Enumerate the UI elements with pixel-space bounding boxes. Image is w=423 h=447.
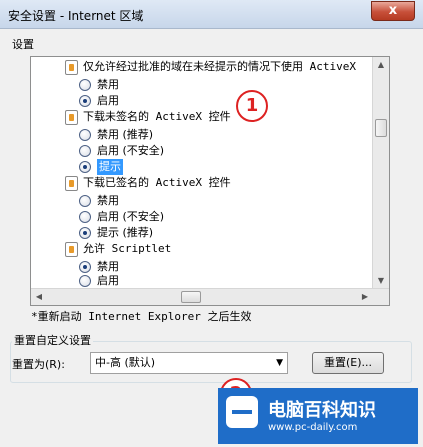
option-label: 提示 (推荐) — [97, 226, 154, 239]
reset-to-label: 重置为(R): — [12, 358, 65, 371]
monitor-icon — [226, 396, 258, 428]
scroll-right-icon[interactable]: ▶ — [357, 289, 373, 305]
security-level-value: 中-高 (默认) — [95, 356, 156, 369]
settings-list[interactable]: 仅允许经过批准的域在未经提示的情况下使用 ActiveX 禁用 启用 下载未签名… — [30, 56, 390, 306]
restart-note: *重新启动 Internet Explorer 之后生效 — [31, 310, 252, 323]
reset-button[interactable]: 重置(E)... — [312, 352, 384, 374]
option-label-selected: 提示 — [97, 159, 123, 175]
option-label: 禁用 — [97, 194, 119, 207]
settings-category-icon — [65, 176, 78, 191]
settings-category-icon — [65, 60, 78, 75]
reset-group-label: 重置自定义设置 — [12, 332, 93, 348]
option-label: 禁用 (推荐) — [97, 128, 154, 141]
radio-button[interactable] — [79, 275, 91, 287]
category-label: 下载未签名的 ActiveX 控件 — [83, 110, 231, 123]
option-label: 启用 — [97, 94, 119, 107]
close-button[interactable]: x — [371, 1, 415, 21]
settings-category-icon — [65, 110, 78, 125]
watermark-title: 电脑百科知识 — [268, 400, 376, 421]
settings-group-label: 设置 — [12, 38, 34, 51]
horizontal-scrollbar[interactable]: ◀ ▶ — [31, 288, 389, 305]
scroll-up-icon[interactable]: ▲ — [373, 57, 389, 73]
radio-button[interactable] — [79, 145, 91, 157]
radio-button[interactable] — [79, 227, 91, 239]
category-label: 仅允许经过批准的域在未经提示的情况下使用 ActiveX — [83, 60, 356, 73]
watermark-url: www.pc-daily.com — [268, 422, 358, 433]
window-title: 安全设置 - Internet 区域 — [8, 9, 144, 23]
radio-button[interactable] — [79, 95, 91, 107]
settings-category-icon — [65, 242, 78, 257]
security-level-dropdown[interactable]: 中-高 (默认) ▼ — [90, 352, 288, 374]
radio-button[interactable] — [79, 129, 91, 141]
radio-button[interactable] — [79, 161, 91, 173]
watermark-logo: 电脑百科知识 www.pc-daily.com — [218, 388, 418, 444]
radio-button[interactable] — [79, 261, 91, 273]
scroll-left-icon[interactable]: ◀ — [31, 289, 47, 305]
option-label: 启用 (不安全) — [97, 144, 165, 157]
step-1-badge: 1 — [236, 90, 268, 122]
title-bar: 安全设置 - Internet 区域 x — [0, 0, 423, 29]
option-label: 禁用 — [97, 78, 119, 91]
vertical-scrollbar[interactable]: ▲ ▼ — [372, 57, 389, 289]
vertical-scroll-thumb[interactable] — [375, 119, 387, 137]
scrollbar-corner — [373, 289, 389, 305]
scroll-down-icon[interactable]: ▼ — [373, 273, 389, 289]
chevron-down-icon[interactable]: ▼ — [276, 353, 283, 373]
radio-button[interactable] — [79, 211, 91, 223]
radio-button[interactable] — [79, 195, 91, 207]
radio-button[interactable] — [79, 79, 91, 91]
horizontal-scroll-thumb[interactable] — [181, 291, 201, 303]
option-label: 启用 (不安全) — [97, 210, 165, 223]
category-label: 下载已签名的 ActiveX 控件 — [83, 176, 231, 189]
category-label: 允许 Scriptlet — [83, 242, 172, 255]
